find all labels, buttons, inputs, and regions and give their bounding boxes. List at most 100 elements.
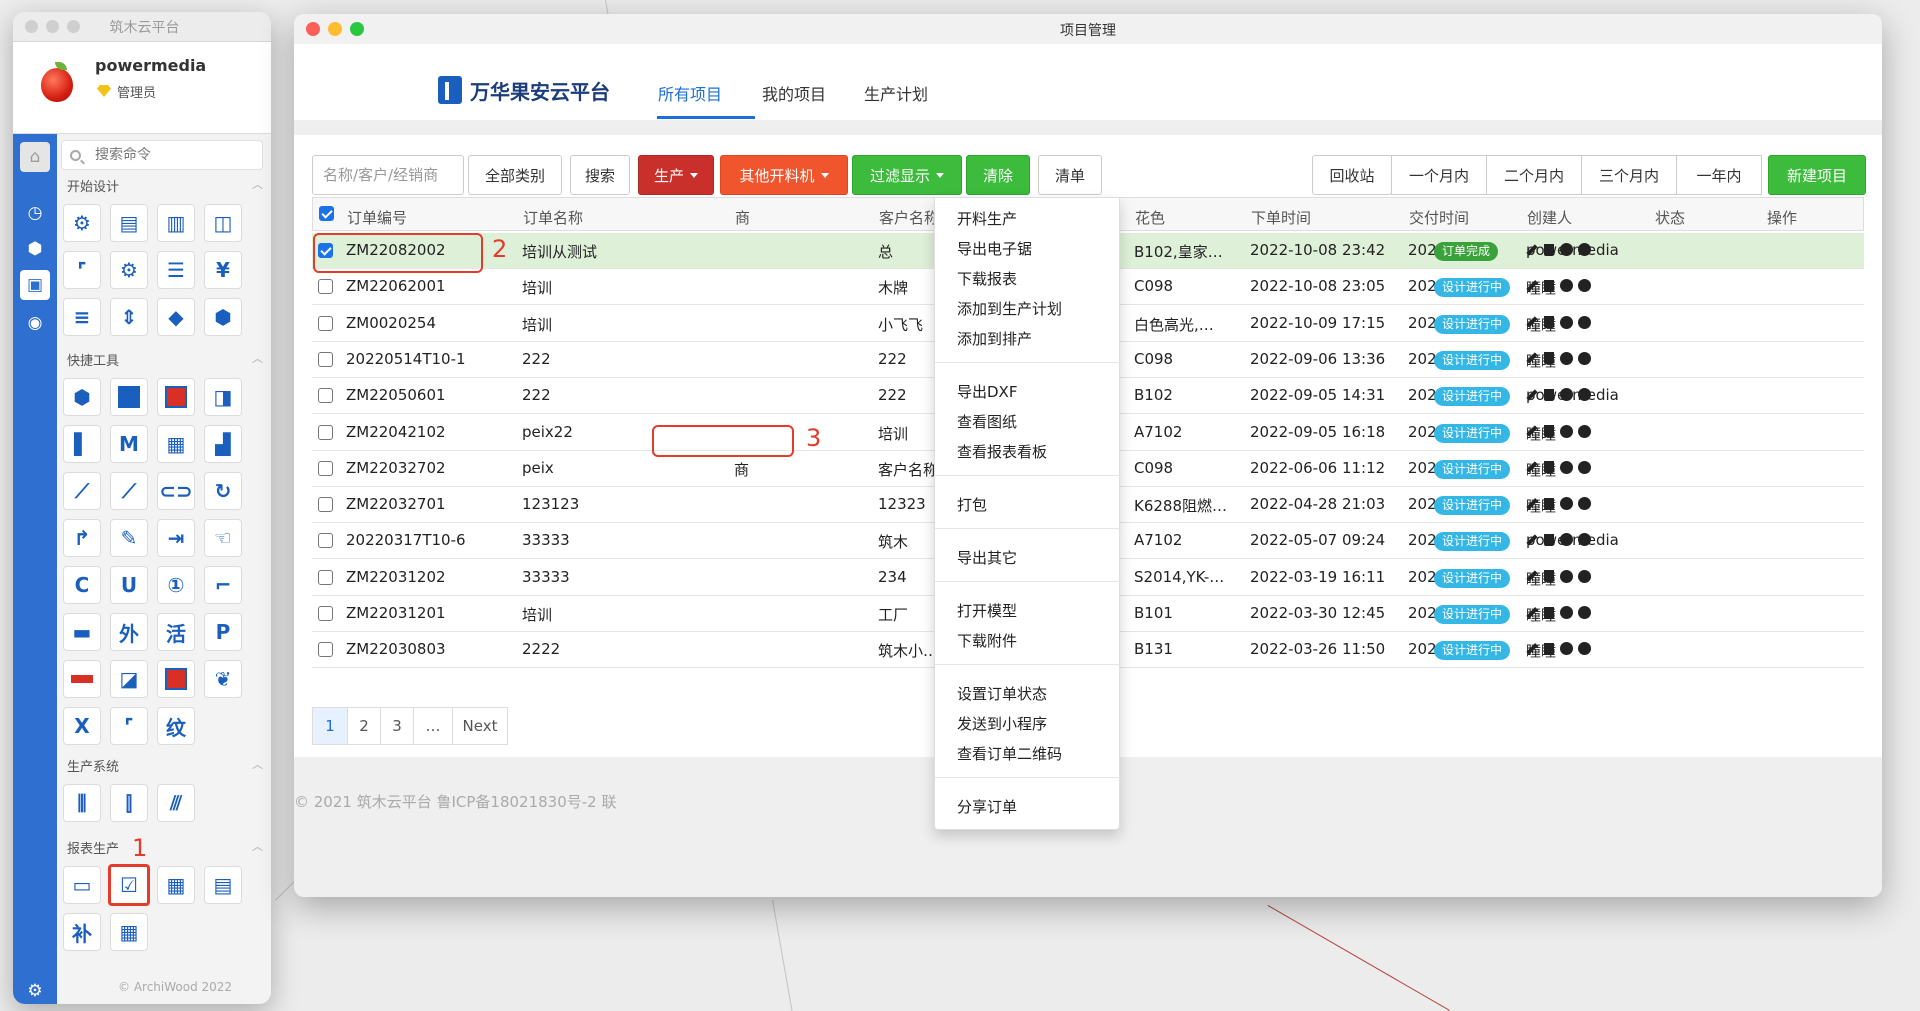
menu-item-view-qr-code[interactable]: 查看订单二维码 — [957, 743, 1062, 764]
home-icon[interactable]: ⌂ — [20, 142, 50, 172]
row-checkbox[interactable] — [318, 279, 333, 295]
red-gauge-tool-icon[interactable]: ⫿ — [110, 784, 148, 822]
menu-item-send-mini-program[interactable]: 发送到小程序 — [957, 713, 1047, 734]
edit-icon[interactable] — [1526, 425, 1538, 437]
row-checkbox[interactable] — [318, 497, 333, 513]
action-dot-icon[interactable] — [1560, 533, 1573, 547]
edit-icon[interactable] — [1526, 643, 1538, 655]
c-shape-tool-icon[interactable]: C — [63, 566, 101, 604]
side-panel-tool-icon[interactable]: ▌ — [63, 425, 101, 463]
cell-order-name[interactable]: 2222 — [522, 640, 560, 658]
cell-order-no[interactable]: ZM22032702 — [346, 459, 446, 477]
cut-tool-icon[interactable]: ⫻ — [157, 784, 195, 822]
yen-tool-icon[interactable]: ¥ — [204, 251, 242, 289]
header-dealer[interactable]: 商 — [735, 207, 750, 228]
excel-tool-icon[interactable]: X — [63, 707, 101, 745]
diagonal-tool-icon[interactable]: ◪ — [110, 660, 148, 698]
header-order-no[interactable]: 订单编号 — [347, 207, 407, 228]
edit-icon[interactable] — [1526, 243, 1538, 256]
wai-tool-icon[interactable]: 外 — [110, 613, 148, 651]
menu-item-download-attachments[interactable]: 下载附件 — [957, 630, 1017, 651]
bu-tool-icon[interactable]: 补 — [63, 913, 101, 951]
header-order-time[interactable]: 下单时间 — [1251, 207, 1311, 228]
red-line-tool-icon[interactable] — [63, 660, 101, 698]
cell-order-name[interactable]: 33333 — [522, 568, 570, 586]
section-report-production[interactable]: 报表生产 ︿ — [67, 838, 263, 857]
trash-icon[interactable] — [1544, 388, 1554, 401]
header-creator[interactable]: 创建人 — [1527, 207, 1572, 228]
huo-tool-icon[interactable]: 活 — [157, 613, 195, 651]
row-checkbox[interactable] — [318, 642, 333, 658]
document-tool-icon[interactable]: ▤ — [204, 866, 242, 904]
number-one-tool-icon[interactable]: ① — [157, 566, 195, 604]
tab-production-plan[interactable]: 生产计划 — [864, 81, 928, 105]
filter-display-dropdown-button[interactable]: 过滤显示 — [852, 155, 962, 195]
menu-item-package[interactable]: 打包 — [957, 494, 987, 515]
cabinet-tool-icon[interactable]: ◫ — [204, 204, 242, 242]
cell-order-name[interactable]: 培训 — [522, 277, 552, 298]
leaf-tool-icon[interactable]: ❦ — [204, 660, 242, 698]
corner-tool-icon[interactable]: ⌜ — [63, 251, 101, 289]
row-checkbox[interactable] — [318, 460, 333, 476]
board-tool-icon[interactable] — [110, 378, 148, 416]
edit-icon[interactable] — [1526, 461, 1538, 473]
box-tool-icon[interactable]: ⬢ — [204, 298, 242, 336]
cell-order-no[interactable]: 20220317T10-6 — [346, 531, 466, 549]
cell-order-name[interactable]: 222 — [522, 386, 551, 404]
edit-icon[interactable] — [1526, 570, 1538, 582]
page-3-button[interactable]: 3 — [380, 707, 414, 745]
row-checkbox[interactable] — [318, 569, 333, 585]
three-months-button[interactable]: 三个月内 — [1581, 155, 1677, 195]
sliders-tool-icon[interactable]: ☰ — [157, 251, 195, 289]
link-tool-icon[interactable]: ⊂⊃ — [157, 472, 195, 510]
u-shape-tool-icon[interactable]: U — [110, 566, 148, 604]
command-search-input[interactable] — [95, 147, 245, 163]
header-delivery-time[interactable]: 交付时间 — [1409, 207, 1469, 228]
section-quick-tools[interactable]: 快捷工具 ︿ — [67, 350, 263, 369]
production-dropdown-button[interactable]: 生产 — [638, 155, 714, 195]
step-tool-icon[interactable]: ▟ — [204, 425, 242, 463]
cell-order-name[interactable]: 33333 — [522, 531, 570, 549]
settings-icon[interactable]: ⚙ — [20, 976, 50, 1004]
action-dot-icon[interactable] — [1560, 351, 1573, 365]
action-dot-icon[interactable] — [1560, 606, 1573, 619]
cell-order-name[interactable]: peix — [522, 459, 554, 477]
rotate-tool-icon[interactable]: ↻ — [204, 472, 242, 510]
trash-icon[interactable] — [1544, 642, 1554, 655]
one-month-button[interactable]: 一个月内 — [1391, 155, 1487, 195]
page-next-button[interactable]: Next — [452, 707, 508, 745]
header-status[interactable]: 状态 — [1655, 207, 1685, 228]
cube-icon[interactable]: ⬢ — [20, 234, 50, 264]
menu-item-cut-production[interactable]: 开料生产 — [957, 208, 1017, 229]
select-all-checkbox[interactable] — [319, 206, 334, 221]
action-dot-icon[interactable] — [1578, 388, 1591, 402]
action-dot-icon[interactable] — [1560, 279, 1573, 293]
presentation-tool-icon[interactable]: ▭ — [63, 866, 101, 904]
cell-order-name[interactable]: peix22 — [522, 423, 573, 441]
window-minimize-button[interactable] — [46, 20, 59, 33]
panel-tool-icon[interactable]: ▥ — [157, 204, 195, 242]
trash-icon[interactable] — [1544, 570, 1554, 583]
folder-tool-icon[interactable]: ▬ — [63, 613, 101, 651]
menu-item-open-model[interactable]: 打开模型 — [957, 600, 1017, 621]
row-checkbox[interactable] — [318, 533, 333, 549]
action-dot-icon[interactable] — [1560, 642, 1573, 656]
menu-item-view-drawings[interactable]: 查看图纸 — [957, 411, 1017, 432]
header-color[interactable]: 花色 — [1135, 207, 1165, 228]
edit-icon[interactable] — [1526, 280, 1538, 292]
action-dot-icon[interactable] — [1578, 533, 1591, 547]
cell-order-name[interactable]: 培训从测试 — [522, 241, 597, 262]
trash-icon[interactable] — [1544, 243, 1554, 256]
wen-tool-icon[interactable]: 纹 — [157, 707, 195, 745]
project-search-input[interactable] — [312, 155, 464, 195]
command-search[interactable] — [61, 140, 263, 170]
m-tool-icon[interactable]: M — [110, 425, 148, 463]
cell-order-no[interactable]: ZM22062001 — [346, 277, 446, 295]
menu-item-add-to-plan[interactable]: 添加到生产计划 — [957, 298, 1062, 319]
trash-icon[interactable] — [1544, 606, 1554, 619]
menu-item-export-dxf[interactable]: 导出DXF — [957, 381, 1017, 402]
cell-order-name[interactable]: 培训 — [522, 314, 552, 335]
row-checkbox[interactable] — [318, 315, 333, 331]
cell-order-no[interactable]: ZM22031202 — [346, 568, 446, 586]
action-dot-icon[interactable] — [1578, 460, 1591, 474]
